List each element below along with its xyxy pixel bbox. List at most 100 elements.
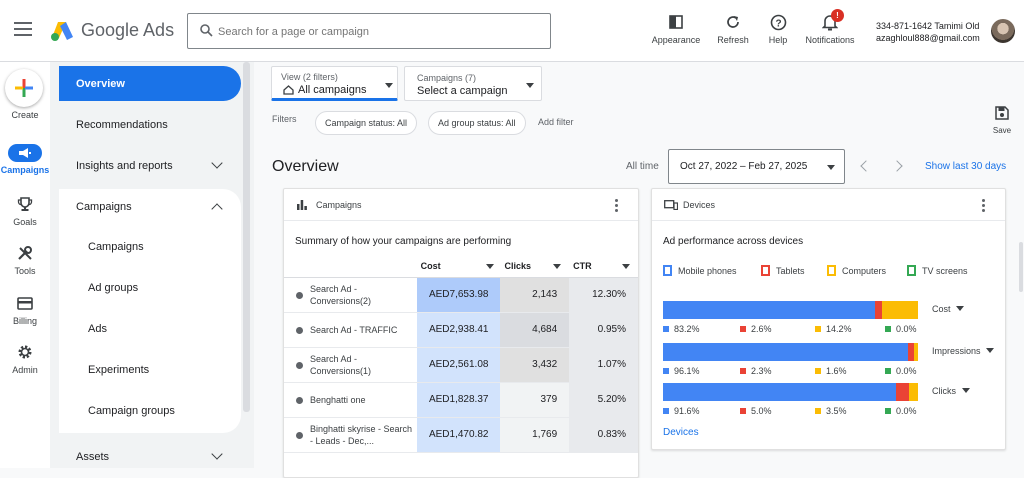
sidebar-item-assets[interactable]: Assets xyxy=(76,451,109,463)
avatar[interactable] xyxy=(991,19,1015,43)
legend-swatch-icon xyxy=(761,265,770,276)
chevron-down-icon[interactable] xyxy=(211,157,223,169)
campaign-name-cell[interactable]: Search Ad - Conversions(1) xyxy=(284,347,417,383)
devices-link[interactable]: Devices xyxy=(663,427,699,438)
legend-mobile-phones[interactable]: Mobile phones xyxy=(663,265,737,276)
status-dot-icon xyxy=(296,361,303,369)
main-menu-icon[interactable] xyxy=(14,22,32,36)
help-button[interactable]: ? Help xyxy=(762,12,794,45)
campaign-status-filter[interactable]: Campaign status: All xyxy=(315,111,418,135)
rail-create-label: Create xyxy=(11,110,39,120)
appearance-icon xyxy=(669,15,683,29)
rail-item-billing[interactable]: Billing xyxy=(0,293,50,326)
campaign-name: Search Ad - Conversions(2) xyxy=(310,283,372,306)
sidebar-subitem-ad-groups[interactable]: Ad groups xyxy=(88,282,138,294)
more-options-icon[interactable] xyxy=(982,199,985,214)
color-dot-icon xyxy=(885,368,891,374)
rail-item-admin[interactable]: Admin xyxy=(0,342,50,375)
rail-item-goals[interactable]: Goals xyxy=(0,194,50,227)
sidebar-scrollbar[interactable] xyxy=(243,62,250,412)
metric-selector-clicks[interactable]: Clicks xyxy=(932,386,970,396)
more-options-icon[interactable] xyxy=(615,199,618,214)
status-dot-icon xyxy=(296,291,303,299)
page-scrollbar[interactable] xyxy=(1019,242,1023,292)
ctr-column-header[interactable]: CTR xyxy=(569,255,638,278)
notifications-label: Notifications xyxy=(805,35,855,45)
bar-segment xyxy=(875,301,882,319)
devices-card-header: Devices xyxy=(652,189,1005,221)
date-range-picker[interactable]: Oct 27, 2022 – Feb 27, 2025 xyxy=(668,149,845,184)
notifications-button[interactable]: Notifications xyxy=(800,12,860,45)
campaign-name-cell[interactable]: Search Ad - Conversions(2) xyxy=(284,277,417,313)
cost-cell: AED2,938.41 xyxy=(416,312,501,348)
chevron-down-icon[interactable] xyxy=(211,448,223,460)
campaigns-card: Campaigns Summary of how your campaigns … xyxy=(283,188,639,478)
account-info[interactable]: 334-871-1642 Tamimi Old azaghloul888@gma… xyxy=(876,20,980,44)
search-box[interactable] xyxy=(187,13,551,49)
percent-value: 0.0% xyxy=(885,324,917,334)
search-input[interactable] xyxy=(218,22,538,42)
percent-value: 2.6% xyxy=(740,324,772,334)
sidebar-item-recommendations[interactable]: Recommendations xyxy=(76,119,168,131)
campaigns-card-header: Campaigns xyxy=(284,189,638,221)
view-selector-value: All campaigns xyxy=(298,84,367,96)
bar-segment xyxy=(663,301,876,319)
table-row[interactable]: Benghatti one AED1,828.37 379 5.20% xyxy=(284,382,638,418)
sidebar-subitem-campaign-groups[interactable]: Campaign groups xyxy=(88,405,175,417)
appearance-button[interactable]: Appearance xyxy=(648,12,704,45)
clicks-cell: 379 xyxy=(500,382,570,418)
metric-selector-cost[interactable]: Cost xyxy=(932,304,965,314)
cost-header-label: Cost xyxy=(420,260,441,271)
view-selector[interactable]: View (2 filters) All campaigns xyxy=(271,66,398,101)
metric-selector-impressions[interactable]: Impressions xyxy=(932,346,995,356)
campaign-selector[interactable]: Campaigns (7) Select a campaign xyxy=(404,66,542,101)
rail-item-campaigns[interactable]: Campaigns xyxy=(0,144,50,175)
ad-group-status-filter[interactable]: Ad group status: All xyxy=(428,111,526,135)
status-dot-icon xyxy=(296,396,303,404)
cost-column-header[interactable]: Cost xyxy=(416,255,501,278)
sort-arrow-icon xyxy=(553,264,562,269)
create-button[interactable] xyxy=(5,69,43,107)
campaign-name-cell[interactable]: Benghatti one xyxy=(284,382,417,418)
legend-tv-screens[interactable]: TV screens xyxy=(907,265,968,276)
save-button[interactable]: Save xyxy=(990,106,1014,135)
add-filter-link[interactable]: Add filter xyxy=(538,117,574,127)
sort-arrow-icon xyxy=(622,264,630,269)
table-row[interactable]: Binghatti skyrise - Search - Leads - Dec… xyxy=(284,417,638,453)
campaign-selector-label: Campaigns (7) xyxy=(417,73,477,83)
rail-item-tools[interactable]: Tools xyxy=(0,243,50,276)
sidebar-subitem-campaigns[interactable]: Campaigns xyxy=(88,241,144,253)
name-column-header xyxy=(284,255,417,278)
notification-badge: ! xyxy=(831,9,844,22)
top-app-bar: Google Ads Appearance Refresh ? Help Not… xyxy=(0,0,1024,62)
bar-segment xyxy=(881,301,918,319)
clicks-cell: 2,143 xyxy=(500,277,570,313)
color-dot-icon xyxy=(740,326,746,332)
previous-period-icon[interactable] xyxy=(860,160,872,172)
show-last-30-days-link[interactable]: Show last 30 days xyxy=(925,161,1006,172)
legend-tablets[interactable]: Tablets xyxy=(761,265,805,276)
dropdown-arrow-icon xyxy=(986,348,995,353)
table-row[interactable]: Search Ad - TRAFFIC AED2,938.41 4,684 0.95% xyxy=(284,312,638,348)
campaign-name-cell[interactable]: Search Ad - TRAFFIC xyxy=(284,312,417,348)
sidebar-item-campaigns-group[interactable]: Campaigns xyxy=(76,201,132,213)
sidebar-subitem-experiments[interactable]: Experiments xyxy=(88,364,149,376)
legend-computers[interactable]: Computers xyxy=(827,265,886,276)
sidebar-item-insights[interactable]: Insights and reports xyxy=(76,160,173,172)
refresh-button[interactable]: Refresh xyxy=(712,12,754,45)
campaign-name-cell[interactable]: Binghatti skyrise - Search - Leads - Dec… xyxy=(284,417,417,453)
sidebar-item-overview[interactable]: Overview xyxy=(59,66,241,101)
table-row[interactable]: Search Ad - Conversions(2) AED7,653.98 2,1… xyxy=(284,277,638,313)
percent-text: 3.5% xyxy=(826,406,847,416)
table-row[interactable]: Search Ad - Conversions(1) AED2,561.08 3,4… xyxy=(284,347,638,383)
next-period-icon[interactable] xyxy=(891,160,903,172)
color-dot-icon xyxy=(740,408,746,414)
sidebar-subitem-ads[interactable]: Ads xyxy=(88,323,107,335)
campaign-selector-value: Select a campaign xyxy=(417,85,508,97)
clicks-column-header[interactable]: Clicks xyxy=(500,255,570,278)
rail-campaigns-label: Campaigns xyxy=(0,165,50,175)
cost-cell: AED1,470.82 xyxy=(416,417,501,453)
color-dot-icon xyxy=(885,408,891,414)
bar-segment xyxy=(896,383,910,401)
dropdown-arrow-icon xyxy=(526,83,534,88)
